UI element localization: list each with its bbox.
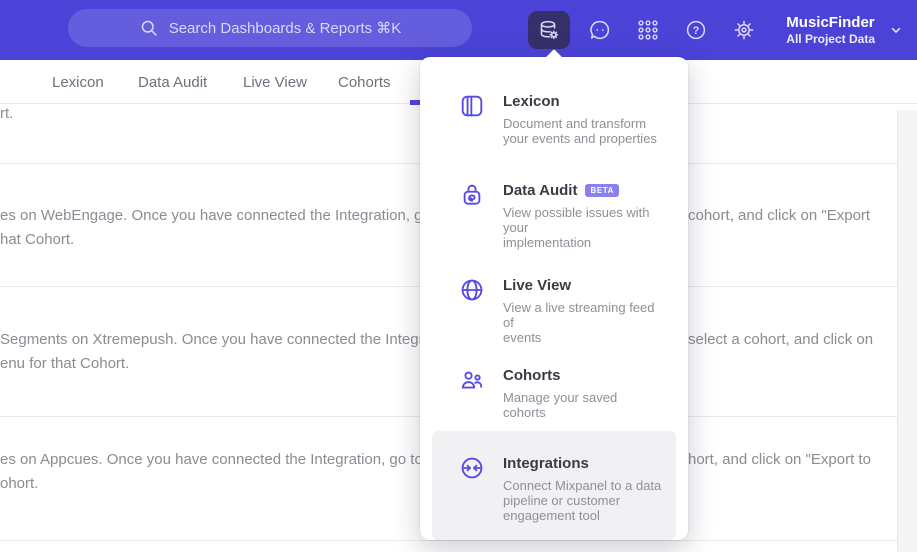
content-text-line: rt. <box>0 105 14 122</box>
project-scope: All Project Data <box>786 31 875 46</box>
content-text-line: Segments on Xtremepush. Once you have co… <box>0 331 461 348</box>
content-text-line: select a cohort, and click on <box>688 331 874 348</box>
content-text-line: cohort, and click on "Export <box>688 207 871 224</box>
menu-item-title: Data Audit <box>503 182 578 199</box>
content-text-line: es on WebEngage. Once you have connected… <box>0 207 473 224</box>
menu-item-cohorts[interactable]: Cohorts Manage your saved cohorts <box>432 356 676 430</box>
integrations-sync-icon <box>458 454 486 481</box>
project-selector[interactable]: MusicFinder All Project Data <box>786 14 903 47</box>
feedback-button[interactable] <box>576 11 624 49</box>
live-view-globe-icon <box>458 276 486 303</box>
products-dropdown-menu: Lexicon Document and transform your even… <box>420 49 688 540</box>
project-name: MusicFinder <box>786 13 875 31</box>
content-text-line: es on Appcues. Once you have connected t… <box>0 451 465 468</box>
chevron-down-icon <box>891 27 901 33</box>
menu-item-title: Live View <box>503 277 572 294</box>
speech-bubble-icon <box>590 20 610 40</box>
menu-item-data-audit[interactable]: Data Audit BETA View possible issues wit… <box>432 171 676 260</box>
menu-item-description: Manage your saved cohorts <box>503 390 618 420</box>
content-text-line: hort, and click on "Export to <box>688 451 871 468</box>
lexicon-book-icon <box>458 92 486 119</box>
grid-dots-icon <box>638 20 658 40</box>
search-placeholder: Search Dashboards & Reports ⌘K <box>168 20 402 37</box>
menu-item-description: Document and transform your events and p… <box>503 116 657 146</box>
data-management-button[interactable] <box>528 11 571 49</box>
row-divider <box>0 540 897 541</box>
question-mark-icon: ? <box>687 20 706 40</box>
menu-item-description: View a live streaming feed of events <box>503 300 655 345</box>
menu-item-title: Cohorts <box>503 367 561 384</box>
database-gear-icon <box>541 20 559 40</box>
tab-live-view[interactable]: Live View <box>243 74 307 91</box>
content-text-line: hat Cohort. <box>0 231 75 248</box>
tab-lexicon[interactable]: Lexicon <box>52 74 104 91</box>
tab-data-audit[interactable]: Data Audit <box>138 74 207 91</box>
menu-item-description: View possible issues with your implement… <box>503 205 650 250</box>
beta-badge: BETA <box>585 183 620 197</box>
cohorts-people-icon <box>458 366 486 393</box>
search-icon <box>141 20 157 36</box>
search-input[interactable]: Search Dashboards & Reports ⌘K <box>68 9 472 47</box>
data-audit-lock-icon <box>458 181 486 208</box>
menu-item-live-view[interactable]: Live View View a live streaming feed of … <box>432 266 676 355</box>
svg-text:?: ? <box>693 25 700 37</box>
gear-icon <box>734 20 754 40</box>
tab-cohorts[interactable]: Cohorts <box>338 74 391 91</box>
scrollbar-track[interactable] <box>897 110 917 552</box>
menu-item-title: Lexicon <box>503 93 560 110</box>
topbar-actions: ? MusicFinder All Project Data <box>528 0 903 60</box>
settings-button[interactable] <box>720 11 768 49</box>
menu-item-lexicon[interactable]: Lexicon Document and transform your even… <box>432 82 676 156</box>
menu-item-integrations[interactable]: Integrations Connect Mixpanel to a data … <box>432 431 676 540</box>
content-text-line: ohort. <box>0 475 39 492</box>
help-button[interactable]: ? <box>672 11 720 49</box>
apps-grid-button[interactable] <box>624 11 672 49</box>
menu-item-description: Connect Mixpanel to a data pipeline or c… <box>503 478 662 523</box>
content-text-line: enu for that Cohort. <box>0 355 130 372</box>
topbar: Search Dashboards & Reports ⌘K ? MusicFi… <box>0 0 917 60</box>
menu-item-title: Integrations <box>503 455 589 472</box>
